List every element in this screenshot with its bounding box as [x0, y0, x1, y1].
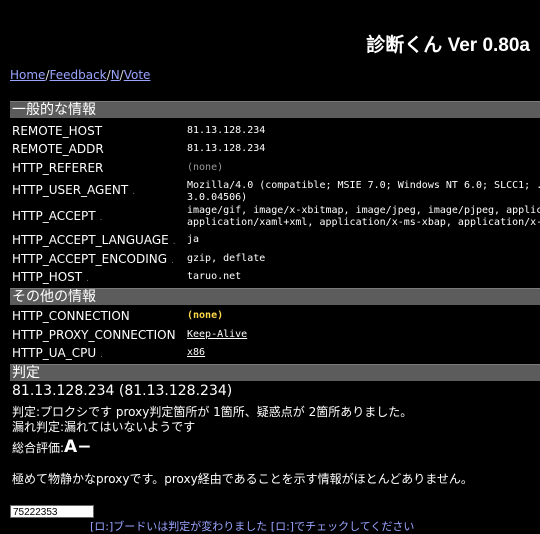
info-key: HTTP_ACCEPT_LANGUAGE.: [12, 233, 176, 247]
info-value: 81.13.128.234: [187, 125, 266, 136]
info-key: HTTP_HOST.: [12, 270, 89, 284]
info-key: HTTP_CONNECTION: [12, 309, 130, 323]
info-value-continued: 3.0.04506): [187, 192, 248, 203]
page-title: 診断くん Ver 0.80a: [366, 35, 530, 56]
section-verdict-header: 判定: [10, 364, 540, 381]
info-key: HTTP_UA_CPU.: [12, 346, 103, 360]
info-key: REMOTE_ADDR: [12, 142, 104, 156]
nav-vote-link[interactable]: Vote: [124, 68, 151, 82]
breadcrumb: Home/Feedback/N/Vote: [10, 68, 151, 82]
verdict-ip: 81.13.128.234 (81.13.128.234): [12, 383, 233, 399]
info-key: HTTP_REFERER: [12, 161, 104, 175]
section-general-header: 一般的な情報: [10, 101, 540, 118]
nav-n-link[interactable]: N: [111, 68, 120, 82]
verdict-line2: 漏れ判定:漏れてはいないようです: [12, 420, 196, 434]
nav-feedback-link[interactable]: Feedback: [49, 68, 106, 82]
section-other-header: その他の情報: [10, 288, 540, 305]
score-value: A−: [64, 437, 92, 457]
info-key: HTTP_USER_AGENT.: [12, 183, 136, 197]
info-key: HTTP_ACCEPT_ENCODING.: [12, 252, 174, 266]
nav-home-link[interactable]: Home: [10, 68, 45, 82]
info-value-link[interactable]: x86: [187, 347, 205, 359]
info-value: (none): [187, 310, 224, 321]
score-label: 総合評価:: [12, 441, 65, 455]
info-key: REMOTE_HOST: [12, 124, 103, 138]
info-value-link[interactable]: Keep-Alive: [187, 329, 247, 341]
info-value: taruo.net: [187, 271, 242, 282]
verdict-comment: 極めて物静かなproxyです。proxy経由であることを示す情報がほとんどありま…: [12, 472, 473, 486]
info-key: HTTP_ACCEPT.: [12, 209, 103, 223]
info-key: HTTP_PROXY_CONNECTION: [12, 328, 176, 342]
info-value: 81.13.128.234: [187, 143, 266, 154]
info-value: gzip, deflate: [187, 253, 266, 264]
info-value: ja: [187, 234, 200, 245]
info-value-continued: application/xaml+xml, application/x-ms-x…: [187, 217, 540, 228]
footer-links[interactable]: [ロ:]ブードいは判定が変わりました [ロ:]でチェックしてください: [90, 518, 414, 534]
verdict-score-row: 総合評価:A−: [12, 437, 91, 457]
info-value: (none): [187, 162, 224, 173]
info-value: Mozilla/4.0 (compatible; MSIE 7.0; Windo…: [187, 180, 540, 191]
info-value: image/gif, image/x-xbitmap, image/jpeg, …: [187, 205, 540, 216]
access-counter: 75222353: [10, 505, 94, 518]
